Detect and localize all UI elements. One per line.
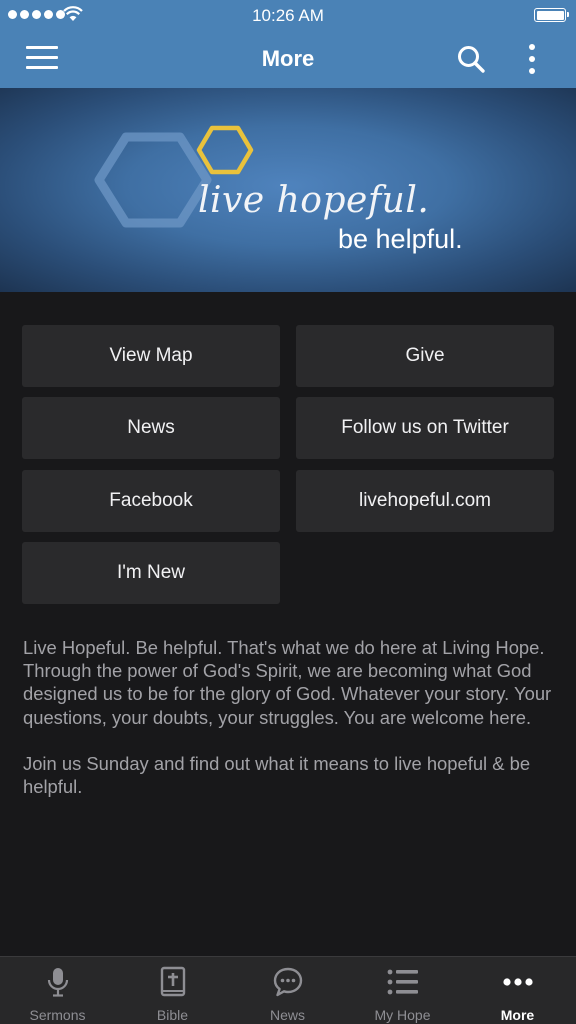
status-bar: 10:26 AM (0, 0, 576, 30)
news-button[interactable]: News (22, 397, 280, 459)
about-paragraph: Join us Sunday and find out what it mean… (23, 752, 531, 798)
tagline-script: live hopeful. (198, 180, 430, 221)
follow-twitter-button[interactable]: Follow us on Twitter (296, 397, 554, 459)
hero-banner: live hopeful. be helpful. (0, 88, 576, 292)
tab-news[interactable]: News (230, 957, 345, 1024)
tab-label: My Hope (374, 1007, 431, 1023)
battery-icon (534, 8, 569, 22)
tab-label: News (269, 1007, 305, 1023)
vertical-dots-icon[interactable] (522, 42, 542, 76)
im-new-button[interactable]: I'm New (22, 542, 280, 604)
about-paragraph: Live Hopeful. Be helpful. That's what we… (23, 637, 552, 728)
website-button[interactable]: livehopeful.com (296, 470, 554, 532)
status-time: 10:26 AM (252, 6, 324, 25)
tagline-plain: be helpful. (338, 224, 463, 254)
chat-bubble-icon (273, 967, 302, 997)
screen: 10:26 AM More live hopeful. be helpful. … (0, 0, 576, 1024)
about-text: Live Hopeful. Be helpful. That's what we… (23, 636, 558, 798)
facebook-button[interactable]: Facebook (22, 470, 280, 532)
list-icon (387, 969, 418, 995)
view-map-button[interactable]: View Map (22, 325, 280, 387)
bottom-tab-bar: Sermons Bible News My Hope More (0, 956, 576, 1024)
give-button[interactable]: Give (296, 325, 554, 387)
tab-label: Sermons (29, 1007, 86, 1023)
tab-sermons[interactable]: Sermons (0, 957, 115, 1024)
search-icon[interactable] (456, 44, 486, 74)
microphone-icon (47, 968, 68, 997)
tab-my-hope[interactable]: My Hope (345, 957, 460, 1024)
top-navigation-bar: More (0, 30, 576, 88)
more-dots-icon (502, 978, 533, 986)
tab-bible[interactable]: Bible (115, 957, 230, 1024)
tab-label: More (500, 1007, 535, 1023)
page-title: More (261, 46, 315, 71)
tab-more[interactable]: More (460, 957, 575, 1024)
tab-label: Bible (156, 1007, 189, 1023)
bible-icon (160, 966, 185, 997)
